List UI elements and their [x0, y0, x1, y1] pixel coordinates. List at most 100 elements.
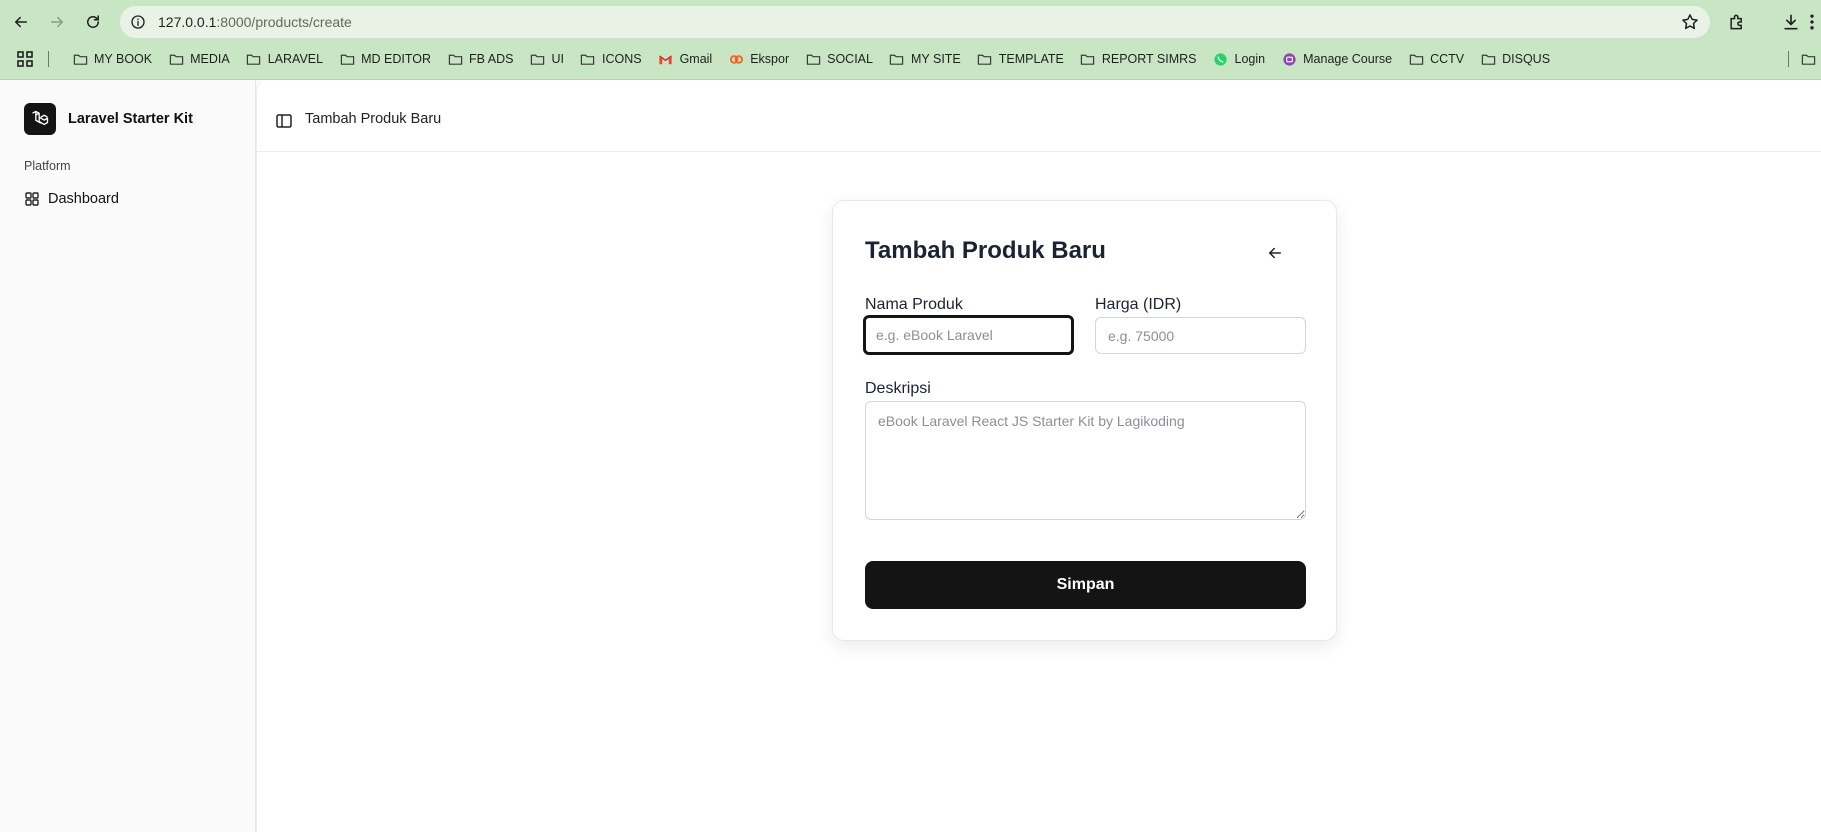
folder-icon [72, 51, 88, 67]
reload-button[interactable] [80, 9, 106, 35]
sidebar-item-dashboard[interactable]: Dashboard [18, 183, 238, 215]
bookmark-item[interactable]: TEMPLATE [969, 46, 1072, 72]
brand-name: Laravel Starter Kit [68, 111, 193, 127]
price-label: Harga (IDR) [1095, 296, 1182, 313]
bookmark-label: Gmail [679, 52, 713, 66]
browser-toolbar: 127.0.0.1:8000/products/create [0, 0, 1821, 44]
bookmark-item[interactable]: MEDIA [160, 46, 238, 72]
main-content: Tambah Produk Baru Tambah Produk Baru Na… [256, 80, 1821, 832]
folder-icon [580, 51, 596, 67]
bookmark-item[interactable]: FB ADS [439, 46, 521, 72]
bookmark-label: FB ADS [469, 52, 514, 66]
brand[interactable]: Laravel Starter Kit [24, 103, 193, 135]
browser-chrome: 127.0.0.1:8000/products/create MY BOOK ME… [0, 0, 1821, 80]
site-info-icon[interactable] [128, 12, 148, 32]
bookmark-label: TEMPLATE [998, 52, 1064, 66]
download-icon [1784, 14, 1798, 30]
folder-icon [889, 51, 905, 67]
app-sidebar: Laravel Starter Kit Platform Dashboard [0, 80, 256, 832]
downloads-button[interactable] [1779, 10, 1803, 34]
bookmark-item[interactable]: CCTV [1400, 46, 1472, 72]
bookmark-label: DISQUS [1502, 52, 1551, 66]
sidebar-item-label: Dashboard [48, 191, 119, 207]
description-label: Deskripsi [865, 380, 931, 397]
ekspor-icon [728, 51, 744, 67]
bookmark-item[interactable]: SOCIAL [797, 46, 881, 72]
bookmark-label: Ekspor [750, 52, 790, 66]
folder-icon [529, 51, 545, 67]
reload-icon [87, 15, 99, 28]
product-name-label: Nama Produk [865, 296, 963, 313]
bookmark-item[interactable]: Gmail [650, 46, 721, 72]
product-name-input[interactable] [863, 315, 1074, 355]
bookmark-label: Manage Course [1303, 52, 1393, 66]
bookmark-item[interactable]: Ekspor [720, 46, 797, 72]
more-vert-icon [1810, 14, 1814, 30]
page-header: Tambah Produk Baru [257, 80, 1821, 152]
price-input[interactable] [1095, 317, 1306, 354]
description-textarea[interactable] [865, 401, 1306, 520]
bookmark-item[interactable]: DISQUS [1472, 46, 1558, 72]
bookmark-label: REPORT SIMRS [1101, 52, 1197, 66]
folder-icon [246, 51, 262, 67]
back-button[interactable] [1261, 239, 1289, 267]
sidebar-toggle-icon[interactable] [275, 112, 293, 130]
nav-group-label: Platform [24, 159, 71, 173]
bookmarks-bar: MY BOOK MEDIA LARAVEL MD EDITOR FB ADS UI ICON… [0, 46, 1821, 72]
bookmark-label: MD EDITOR [361, 52, 431, 66]
bookmark-item[interactable]: REPORT SIMRS [1072, 46, 1205, 72]
browser-menu-button[interactable] [1806, 10, 1818, 34]
bookmarks-separator [48, 51, 49, 67]
bookmarks-list: MY BOOK MEDIA LARAVEL MD EDITOR FB ADS UI ICON… [64, 46, 1558, 72]
course-icon [1281, 51, 1297, 67]
bookmark-item[interactable]: MD EDITOR [331, 46, 439, 72]
bookmarks-separator-right [1788, 51, 1789, 67]
gmail-icon [658, 51, 674, 67]
bookmark-label: Login [1234, 52, 1266, 66]
address-bar[interactable]: 127.0.0.1:8000/products/create [120, 6, 1710, 38]
product-form-card: Tambah Produk Baru Nama Produk Harga (ID… [832, 200, 1337, 641]
breadcrumb[interactable]: Tambah Produk Baru [305, 111, 441, 127]
bookmark-label: MEDIA [190, 52, 230, 66]
whatsapp-icon [1213, 51, 1229, 67]
arrow-left-icon [14, 16, 27, 28]
folder-icon [805, 51, 821, 67]
folder-icon [447, 51, 463, 67]
extensions-button[interactable] [1725, 10, 1749, 34]
bookmark-item[interactable]: MY SITE [881, 46, 969, 72]
bookmark-label: MY SITE [910, 52, 961, 66]
url-path: :8000/products/create [216, 14, 352, 30]
url-text: 127.0.0.1:8000/products/create [158, 14, 352, 30]
folder-icon [1800, 51, 1816, 67]
bookmark-label: CCTV [1430, 52, 1465, 66]
bookmark-label: MY BOOK [94, 52, 153, 66]
bookmark-item[interactable]: ICONS [572, 46, 650, 72]
grid-icon [24, 191, 40, 207]
folder-icon [1408, 51, 1424, 67]
arrow-right-icon [51, 16, 64, 28]
bookmark-item[interactable]: Login [1205, 46, 1274, 72]
bookmark-label: SOCIAL [827, 52, 873, 66]
arrow-left-icon [1268, 247, 1281, 259]
forward-nav-button[interactable] [44, 9, 70, 35]
form-title: Tambah Produk Baru [865, 237, 1106, 264]
apps-grid-icon[interactable] [16, 50, 34, 68]
save-button[interactable]: Simpan [865, 561, 1306, 609]
bookmark-item[interactable]: UI [521, 46, 572, 72]
bookmark-item[interactable]: LARAVEL [238, 46, 331, 72]
bookmark-item[interactable]: Manage Course [1273, 46, 1400, 72]
puzzle-icon [1730, 14, 1742, 30]
bookmark-label: UI [551, 52, 564, 66]
all-bookmarks-folder[interactable] [1796, 46, 1821, 72]
back-nav-button[interactable] [8, 9, 34, 35]
folder-icon [977, 51, 993, 67]
bookmark-label: ICONS [601, 52, 642, 66]
bookmark-label: LARAVEL [267, 52, 324, 66]
bookmark-item[interactable]: MY BOOK [64, 46, 160, 72]
folder-icon [1480, 51, 1496, 67]
folder-icon [339, 51, 355, 67]
url-host: 127.0.0.1 [158, 14, 217, 30]
folder-icon [1080, 51, 1096, 67]
bookmark-star-icon[interactable] [1680, 12, 1700, 32]
laravel-logo-icon [24, 103, 56, 135]
